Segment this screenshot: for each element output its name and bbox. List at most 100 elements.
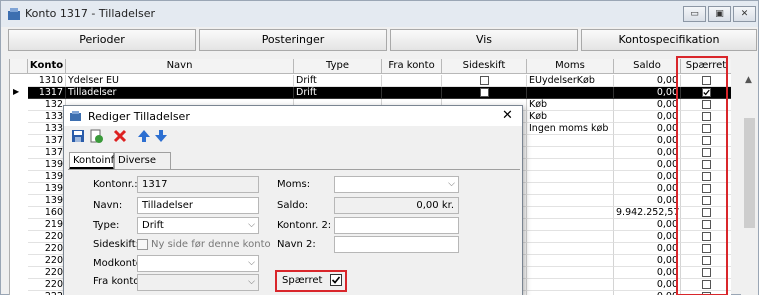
spaerret-checkbox[interactable]: [702, 184, 711, 193]
tab-diverse-info[interactable]: Diverse info: [114, 152, 171, 182]
cell-navn[interactable]: Ydelser EU: [66, 75, 294, 87]
cell-konto[interactable]: 222: [28, 291, 66, 295]
cell-konto[interactable]: 139: [28, 183, 66, 195]
sideskift-checkbox[interactable]: [480, 88, 489, 97]
spaerret-checkbox[interactable]: [702, 220, 711, 229]
cell-spaerret[interactable]: [681, 75, 731, 87]
spaerret-checkbox[interactable]: [330, 274, 342, 286]
cell-konto[interactable]: 139: [28, 171, 66, 183]
cell-konto[interactable]: 160: [28, 207, 66, 219]
spaerret-checkbox[interactable]: [702, 268, 711, 277]
cell-saldo[interactable]: 0,00: [614, 99, 681, 111]
cell-spaerret[interactable]: [681, 159, 731, 171]
spaerret-checkbox[interactable]: [702, 148, 711, 157]
cell-saldo[interactable]: 0,00: [614, 279, 681, 291]
cell-saldo[interactable]: 0,00: [614, 183, 681, 195]
cell-moms[interactable]: [527, 279, 614, 291]
cell-moms[interactable]: [527, 159, 614, 171]
column-header-saldo[interactable]: Saldo: [614, 59, 681, 74]
minimize-button[interactable]: ▭: [683, 6, 706, 22]
spaerret-checkbox[interactable]: [702, 112, 711, 121]
cell-spaerret[interactable]: [681, 243, 731, 255]
cell-saldo[interactable]: 0,00: [614, 87, 681, 99]
navn-field[interactable]: Tilladelser: [137, 197, 259, 214]
dialog-title-bar[interactable]: Rediger Tilladelser ✕: [64, 106, 522, 126]
tab-kontoinfo[interactable]: Kontoinfo: [69, 152, 120, 170]
cell-konto[interactable]: 220: [28, 255, 66, 267]
spaerret-checkbox[interactable]: [702, 76, 711, 85]
cell-konto[interactable]: 1317: [28, 87, 66, 99]
moms-select[interactable]: ⌵: [334, 176, 459, 193]
cell-konto[interactable]: 133: [28, 111, 66, 123]
spaerret-checkbox[interactable]: [702, 124, 711, 133]
vertical-scrollbar[interactable]: ▲: [741, 73, 758, 295]
cell-spaerret[interactable]: [681, 111, 731, 123]
cell-moms[interactable]: [527, 219, 614, 231]
cell-frakonto[interactable]: [382, 75, 442, 87]
cell-moms[interactable]: [527, 267, 614, 279]
cell-konto[interactable]: 219: [28, 219, 66, 231]
cell-spaerret[interactable]: [681, 99, 731, 111]
table-row[interactable]: 1310 Ydelser EU Drift EUydelserKøb 0,00: [10, 75, 731, 87]
delete-icon[interactable]: [112, 128, 128, 144]
scrollbar-thumb[interactable]: [744, 118, 755, 228]
column-header-type[interactable]: Type: [294, 59, 382, 74]
arrow-down-icon[interactable]: [153, 128, 169, 144]
cell-moms[interactable]: EUydelserKøb: [527, 75, 614, 87]
cell-spaerret[interactable]: [681, 123, 731, 135]
cell-moms[interactable]: [527, 195, 614, 207]
cell-spaerret[interactable]: [681, 255, 731, 267]
save-new-icon[interactable]: [88, 128, 104, 144]
cell-sideskift[interactable]: [442, 87, 527, 99]
cell-moms[interactable]: [527, 147, 614, 159]
dialog-close-icon[interactable]: ✕: [502, 108, 513, 123]
spaerret-checkbox[interactable]: [702, 172, 711, 181]
scroll-up-icon[interactable]: ▲: [745, 75, 752, 85]
cell-saldo[interactable]: 9.942.252,57: [614, 207, 681, 219]
cell-spaerret[interactable]: [681, 291, 731, 295]
column-header-sideskift[interactable]: Sideskift: [442, 59, 527, 74]
cell-saldo[interactable]: 0,00: [614, 231, 681, 243]
column-header-navn[interactable]: Navn: [66, 59, 294, 74]
cell-konto[interactable]: 133: [28, 123, 66, 135]
perioder-button[interactable]: Perioder: [8, 29, 196, 51]
cell-spaerret[interactable]: [681, 195, 731, 207]
cell-frakonto[interactable]: [382, 87, 442, 99]
column-header-spaerret[interactable]: Spærret: [681, 59, 731, 74]
vis-button[interactable]: Vis: [390, 29, 578, 51]
cell-konto[interactable]: 220: [28, 231, 66, 243]
cell-spaerret[interactable]: [681, 147, 731, 159]
cell-moms[interactable]: [527, 255, 614, 267]
cell-konto[interactable]: 137: [28, 147, 66, 159]
cell-saldo[interactable]: 0,00: [614, 147, 681, 159]
spaerret-checkbox[interactable]: [702, 208, 711, 217]
cell-saldo[interactable]: 0,00: [614, 159, 681, 171]
cell-konto[interactable]: 220: [28, 243, 66, 255]
spaerret-checkbox[interactable]: [702, 244, 711, 253]
arrow-up-icon[interactable]: [136, 128, 152, 144]
posteringer-button[interactable]: Posteringer: [199, 29, 387, 51]
cell-spaerret[interactable]: [681, 207, 731, 219]
cell-saldo[interactable]: 0,00: [614, 267, 681, 279]
cell-moms[interactable]: Køb: [527, 99, 614, 111]
spaerret-checkbox[interactable]: [702, 256, 711, 265]
cell-sideskift[interactable]: [442, 75, 527, 87]
column-header-fra-konto[interactable]: Fra konto: [382, 59, 442, 74]
spaerret-checkbox[interactable]: [702, 196, 711, 205]
cell-moms[interactable]: [527, 207, 614, 219]
spaerret-checkbox[interactable]: [702, 136, 711, 145]
cell-konto[interactable]: 220: [28, 279, 66, 291]
cell-saldo[interactable]: 0,00: [614, 171, 681, 183]
cell-spaerret[interactable]: [681, 135, 731, 147]
cell-moms[interactable]: [527, 171, 614, 183]
cell-moms[interactable]: Ingen moms køb: [527, 123, 614, 135]
title-bar[interactable]: Konto 1317 - Tilladelser ▭ ▣ ✕: [1, 1, 758, 27]
cell-saldo[interactable]: 0,00: [614, 123, 681, 135]
cell-moms[interactable]: [527, 87, 614, 99]
cell-saldo[interactable]: 0,00: [614, 195, 681, 207]
cell-spaerret[interactable]: [681, 279, 731, 291]
cell-moms[interactable]: [527, 231, 614, 243]
cell-konto[interactable]: 139: [28, 195, 66, 207]
kontonr2-field[interactable]: [334, 217, 459, 234]
modkonto-select[interactable]: ⌵: [137, 255, 259, 272]
